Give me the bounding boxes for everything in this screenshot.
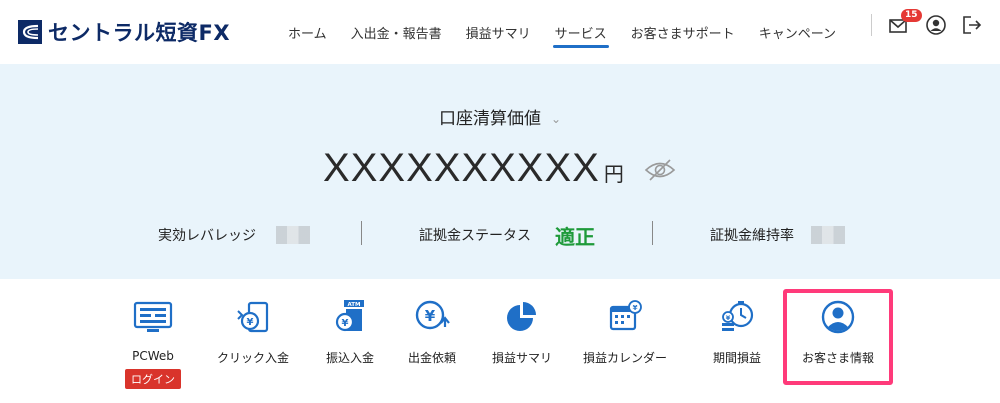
account-icon: [926, 15, 946, 35]
logout-button[interactable]: [961, 14, 983, 36]
stats-divider: [652, 221, 653, 245]
margin-ratio-value-masked: [811, 226, 845, 244]
brand-name: セントラル短資FX: [48, 21, 231, 45]
click-deposit-icon: ¥: [237, 301, 269, 333]
svg-text:¥: ¥: [726, 314, 731, 322]
menu-label: 出金依頼: [407, 351, 456, 365]
header-divider: [871, 14, 872, 36]
margin-ratio-label: 証拠金維持率: [710, 228, 794, 244]
leverage-value-masked: [276, 226, 310, 244]
nav-pl-summary[interactable]: 損益サマリ: [466, 0, 531, 64]
menu-click-deposit[interactable]: ¥ クリック入金: [208, 297, 298, 366]
period-pl-icon: ¥: [722, 301, 754, 331]
menu-customer-info[interactable]: お客さま情報: [793, 297, 883, 366]
nav-customer-support[interactable]: お客さまサポート: [631, 0, 735, 64]
pc-web-icon: [133, 301, 173, 332]
svg-text:¥: ¥: [633, 304, 638, 312]
margin-stats: 実効レバレッジ 証拠金ステータス 適正 証拠金維持率: [0, 221, 1000, 249]
menu-label: 損益カレンダー: [582, 351, 667, 365]
menu-pcweb[interactable]: PCWeb ログイン: [108, 297, 198, 389]
menu-period-pl[interactable]: ¥ 期間損益: [692, 297, 782, 366]
atm-transfer-icon: ATM ¥: [335, 300, 364, 332]
nav-home[interactable]: ホーム: [288, 0, 327, 64]
svg-text:¥: ¥: [425, 307, 436, 325]
nav-campaign[interactable]: キャンペーン: [759, 0, 836, 64]
logout-icon: [963, 16, 982, 34]
menu-label: 振込入金: [325, 351, 374, 365]
balance-amount-row: XXXXXXXXXX 円: [0, 146, 1000, 191]
notification-badge: 15: [901, 9, 922, 22]
menu-transfer-deposit[interactable]: ATM ¥ 振込入金: [305, 297, 395, 366]
calendar-icon: ¥: [609, 300, 642, 331]
leverage-label: 実効レバレッジ: [158, 228, 256, 244]
menu-label: PCWeb: [132, 349, 174, 363]
menu-label: クリック入金: [216, 351, 289, 365]
balance-unit: 円: [603, 162, 624, 186]
mail-button[interactable]: 15: [888, 9, 922, 36]
menu-label: 損益サマリ: [491, 351, 552, 365]
customer-info-icon: [821, 300, 855, 334]
withdrawal-icon: ¥: [415, 300, 450, 330]
main-nav: ホーム 入出金・報告書 損益サマリ サービス お客さまサポート キャンペーン: [288, 0, 860, 64]
menu-pl-calendar[interactable]: ¥ 損益カレンダー: [580, 297, 670, 366]
stats-divider: [361, 221, 362, 245]
nav-deposit-reports[interactable]: 入出金・報告書: [351, 0, 442, 64]
margin-status-label: 証拠金ステータス: [419, 228, 531, 244]
svg-text:¥: ¥: [342, 318, 349, 329]
login-badge[interactable]: ログイン: [125, 369, 181, 389]
menu-pl-summary[interactable]: 損益サマリ: [477, 297, 567, 366]
balance-title: 口座清算価値: [438, 109, 541, 129]
account-button[interactable]: [925, 14, 947, 36]
brand-logo[interactable]: セントラル短資FX: [18, 17, 230, 47]
service-menu: PCWeb ログイン ¥ クリック入金 ATM ¥ 振込入金 ¥ 出金依頼 損益…: [0, 279, 1000, 403]
menu-withdrawal-request[interactable]: ¥ 出金依頼: [387, 297, 477, 366]
header: セントラル短資FX ホーム 入出金・報告書 損益サマリ サービス お客さまサポー…: [0, 0, 1000, 64]
hide-amount-eye-icon[interactable]: [643, 157, 677, 183]
svg-text:ATM: ATM: [347, 302, 360, 308]
margin-status-value: 適正: [555, 225, 595, 249]
svg-text:¥: ¥: [247, 317, 254, 328]
balance-panel: 口座清算価値 ⌄ XXXXXXXXXX 円 実効レバレッジ 証拠金ステータス 適正 …: [0, 64, 1000, 279]
balance-title-selector[interactable]: 口座清算価値 ⌄: [0, 104, 1000, 129]
brand-logo-icon: [18, 20, 42, 44]
menu-label: 期間損益: [712, 351, 761, 365]
nav-services[interactable]: サービス: [552, 0, 609, 64]
chevron-down-icon: ⌄: [550, 112, 562, 126]
balance-amount: XXXXXXXXXX: [323, 146, 600, 190]
pie-chart-icon: [507, 302, 536, 331]
menu-label: お客さま情報: [801, 351, 874, 365]
